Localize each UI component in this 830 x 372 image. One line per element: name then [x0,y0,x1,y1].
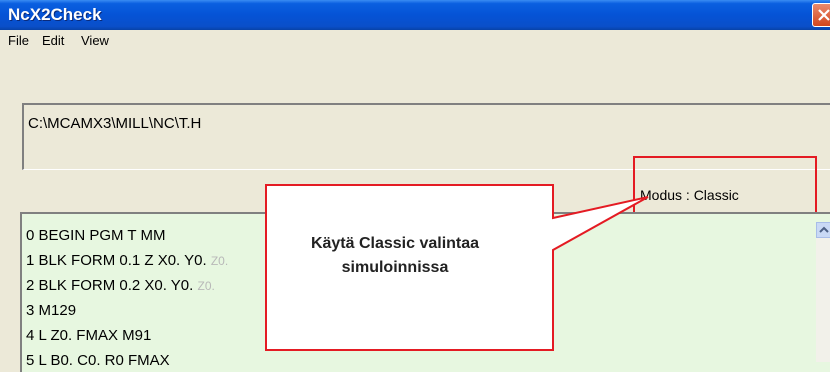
callout-bubble [265,184,649,351]
callout-line-1: Käytä Classic valintaa [310,235,480,252]
callout-line-2: simuloinnissa [341,259,449,276]
callout-text: Käytä Classic valintaa simuloinnissa [270,232,520,280]
